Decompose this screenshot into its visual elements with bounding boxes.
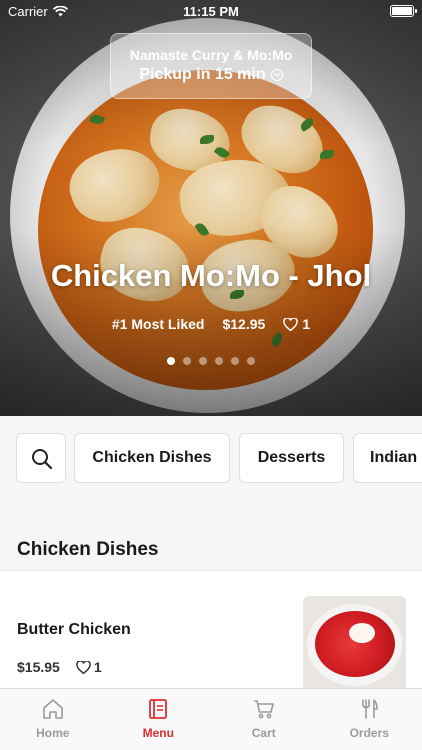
hero-title: Chicken Mo:Mo - Jhol xyxy=(50,258,372,293)
tab-orders[interactable]: Orders xyxy=(317,689,422,750)
section-header: Chicken Dishes xyxy=(0,502,422,570)
hero-banner[interactable]: Carrier 11:15 PM Namaste Curry & Mo:Mo P… xyxy=(0,0,422,416)
hero-like-count: 1 xyxy=(302,316,311,332)
heart-icon xyxy=(283,317,299,331)
hero-likes[interactable]: 1 xyxy=(283,316,310,332)
carousel-indicator[interactable] xyxy=(0,357,422,365)
hero-rank: #1 Most Liked xyxy=(111,316,205,332)
restaurant-pickup-selector[interactable]: Namaste Curry & Mo:Mo Pickup in 15 min xyxy=(110,33,312,99)
menu-icon xyxy=(149,699,168,719)
tab-orders-label: Orders xyxy=(349,726,389,740)
tab-menu[interactable]: Menu xyxy=(106,689,212,750)
pickup-label: Pickup in 15 min xyxy=(139,66,266,83)
category-chip-desserts[interactable]: Desserts xyxy=(239,433,344,483)
menu-item-like-count: 1 xyxy=(93,659,102,675)
category-chip-indian[interactable]: Indian xyxy=(353,433,422,483)
cart-icon xyxy=(253,700,274,719)
menu-item-image xyxy=(303,596,406,689)
carousel-dot[interactable] xyxy=(215,357,223,365)
tab-home-label: Home xyxy=(36,726,70,740)
chevron-down-circle-icon xyxy=(270,69,283,81)
status-bar: Carrier 11:15 PM xyxy=(0,0,422,22)
hero-price: $12.95 xyxy=(222,316,266,332)
search-button[interactable] xyxy=(16,433,66,483)
restaurant-name: Namaste Curry & Mo:Mo xyxy=(129,47,293,63)
section-title: Chicken Dishes xyxy=(17,539,159,560)
clock: 11:15 PM xyxy=(183,4,239,19)
carousel-dot[interactable] xyxy=(199,357,207,365)
carousel-dot[interactable] xyxy=(167,357,175,365)
carousel-dot[interactable] xyxy=(231,357,239,365)
tab-menu-label: Menu xyxy=(142,726,174,740)
carousel-dot[interactable] xyxy=(183,357,191,365)
menu-item-image-curry xyxy=(315,611,395,677)
tab-cart-label: Cart xyxy=(251,726,276,740)
tab-cart[interactable]: Cart xyxy=(211,689,317,750)
orders-icon xyxy=(362,699,379,719)
home-icon xyxy=(42,699,63,719)
battery-icon xyxy=(390,5,417,17)
menu-item-name: Butter Chicken xyxy=(17,621,131,638)
menu-item-likes[interactable]: 1 xyxy=(76,659,102,675)
tab-bar: Home Menu Cart Orders xyxy=(0,688,422,750)
menu-item-image-cream xyxy=(349,623,375,643)
heart-icon xyxy=(76,660,91,674)
tab-home[interactable]: Home xyxy=(0,689,106,750)
category-chip-chicken-dishes[interactable]: Chicken Dishes xyxy=(74,433,230,483)
category-bar: Chicken Dishes Desserts Indian xyxy=(0,416,422,502)
search-icon xyxy=(32,449,53,470)
menu-item-price: $15.95 xyxy=(17,659,60,675)
menu-item[interactable]: Butter Chicken $15.95 1 xyxy=(0,570,422,689)
pickup-time: Pickup in 15 min xyxy=(111,66,311,84)
hero-meta: #1 Most Liked $12.95 1 xyxy=(0,316,422,332)
menu-item-meta: $15.95 1 xyxy=(17,659,102,675)
carousel-dot[interactable] xyxy=(247,357,255,365)
